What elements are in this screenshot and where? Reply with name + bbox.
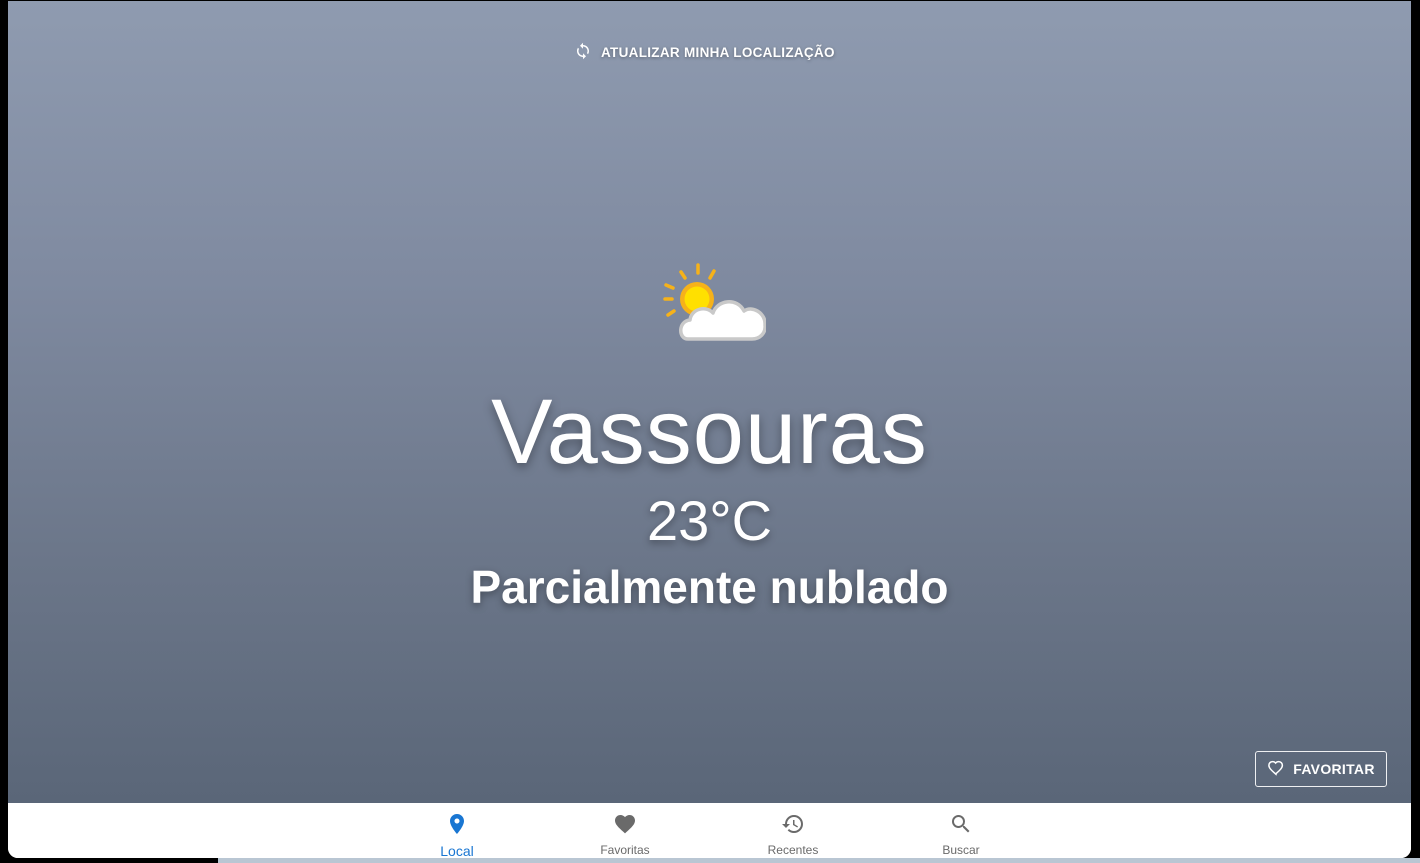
location-pin-icon: [445, 803, 469, 841]
temperature: 23°C: [646, 489, 773, 552]
heart-outline-icon: [1267, 759, 1285, 780]
history-icon: [781, 803, 805, 841]
favorite-label: FAVORITAR: [1293, 761, 1375, 777]
weather-app: ATUALIZAR MINHA LOCALIZAÇÃO Vassouras 23…: [8, 1, 1411, 858]
search-icon: [949, 803, 973, 841]
update-location-button[interactable]: ATUALIZAR MINHA LOCALIZAÇÃO: [574, 39, 835, 65]
favorite-button[interactable]: FAVORITAR: [1255, 751, 1387, 787]
nav-item-local[interactable]: Local: [397, 803, 517, 858]
weather-condition: Parcialmente nublado: [470, 561, 949, 613]
weather-hero: ATUALIZAR MINHA LOCALIZAÇÃO Vassouras 23…: [8, 1, 1411, 803]
city-name: Vassouras: [491, 381, 928, 483]
background-strip: [218, 858, 1420, 863]
nav-label-buscar: Buscar: [942, 843, 980, 857]
bottom-navigation: Local Favoritas Recentes Buscar: [8, 803, 1411, 858]
nav-label-favoritas: Favoritas: [600, 843, 650, 857]
nav-label-local: Local: [440, 843, 474, 858]
sync-icon: [574, 42, 592, 63]
nav-item-recentes[interactable]: Recentes: [733, 803, 853, 858]
nav-label-recentes: Recentes: [767, 843, 819, 857]
partly-cloudy-icon: [654, 261, 767, 345]
nav-item-buscar[interactable]: Buscar: [901, 803, 1021, 858]
update-location-label: ATUALIZAR MINHA LOCALIZAÇÃO: [601, 44, 835, 60]
heart-icon: [613, 803, 637, 841]
nav-item-favoritas[interactable]: Favoritas: [565, 803, 685, 858]
